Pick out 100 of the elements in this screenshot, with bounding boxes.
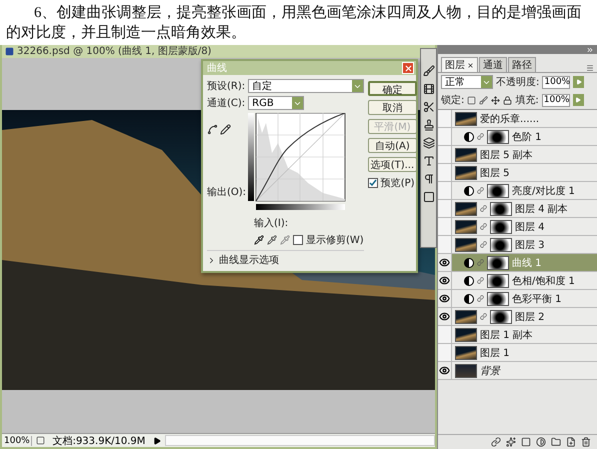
chain-icon <box>477 133 484 140</box>
eyedropper-icon[interactable] <box>254 235 264 245</box>
channel-select[interactable]: RGB <box>248 96 304 110</box>
collapse-icon[interactable] <box>586 46 594 54</box>
layer-thumbnail <box>455 328 477 342</box>
blend-mode-select[interactable]: 正常 <box>441 75 493 89</box>
panel-tab[interactable]: 通道 <box>479 57 507 72</box>
close-icon[interactable] <box>467 62 474 68</box>
layer-name: 图层 1 副本 <box>480 328 533 342</box>
visibility-toggle[interactable] <box>438 200 452 217</box>
trash-icon[interactable] <box>581 437 591 447</box>
layer-row[interactable]: 图层 2 <box>438 308 597 326</box>
curve-tool-icon[interactable] <box>207 124 218 135</box>
visibility-toggle[interactable] <box>438 128 452 145</box>
layer-row[interactable]: 图层 1 副本 <box>438 326 597 344</box>
layer-row[interactable]: 图层 4 <box>438 218 597 236</box>
panel-menu-icon[interactable] <box>586 64 594 72</box>
zoom-field[interactable]: 100% <box>2 436 32 446</box>
expand-icon[interactable] <box>207 256 216 264</box>
brush-icon[interactable] <box>422 65 434 77</box>
layer-row[interactable]: 背景 <box>438 362 597 380</box>
folder-icon[interactable] <box>551 437 561 447</box>
panel-tab[interactable]: 路径 <box>508 57 536 72</box>
dialog-button[interactable]: 选项(T)... <box>368 157 418 172</box>
dialog-button[interactable]: 自动(A) <box>368 138 418 153</box>
fill-field[interactable]: 100% <box>542 94 570 106</box>
visibility-toggle[interactable] <box>438 146 452 163</box>
adjustment-icon <box>464 186 474 196</box>
close-icon <box>404 64 412 72</box>
layer-row[interactable]: 色彩平衡 1 <box>438 290 597 308</box>
fill-arrow-icon[interactable] <box>575 97 582 103</box>
layer-name: 图层 5 副本 <box>480 148 533 162</box>
eyedropper-icon[interactable] <box>267 235 277 245</box>
visibility-toggle[interactable] <box>438 326 452 343</box>
dialog-button[interactable]: 取消 <box>368 100 418 115</box>
layer-row[interactable]: 图层 4 副本 <box>438 200 597 218</box>
layer-row[interactable]: 色阶 1 <box>438 128 597 146</box>
new-layer-icon[interactable] <box>566 437 576 447</box>
visibility-toggle[interactable] <box>438 272 452 289</box>
visibility-toggle[interactable] <box>438 182 452 199</box>
output-label: 输出(O): <box>207 186 246 199</box>
dialog-button[interactable]: 确定 <box>368 81 418 96</box>
visibility-toggle[interactable] <box>438 218 452 235</box>
layer-name: 图层 2 <box>515 310 545 324</box>
close-button[interactable] <box>402 62 414 74</box>
adjustment-layer-icon[interactable] <box>536 437 546 447</box>
layer-thumbnail <box>455 148 477 162</box>
opacity-field[interactable]: 100% <box>542 76 570 88</box>
lock-icon[interactable] <box>503 96 512 104</box>
lock-transparency-icon[interactable] <box>467 96 476 104</box>
layer-row[interactable]: 图层 5 <box>438 164 597 182</box>
visibility-toggle[interactable] <box>438 110 452 127</box>
layers-icon[interactable] <box>422 137 434 149</box>
mask-icon[interactable] <box>521 437 531 447</box>
layer-name: 曲线 1 <box>512 256 542 270</box>
layer-row[interactable]: 图层 5 副本 <box>438 146 597 164</box>
panel-tab[interactable]: 图层 <box>441 57 478 72</box>
layer-row[interactable]: 爱的乐章...... <box>438 110 597 128</box>
status-menu-icon[interactable] <box>153 436 161 444</box>
visibility-toggle[interactable] <box>438 362 452 379</box>
lock-position-icon[interactable] <box>491 96 500 104</box>
chain-icon <box>477 277 484 284</box>
layer-row[interactable]: 图层 3 <box>438 236 597 254</box>
preview-checkbox[interactable] <box>368 178 378 188</box>
adjustment-icon <box>464 258 474 268</box>
effects-icon[interactable] <box>506 437 516 447</box>
curve-graph[interactable] <box>248 113 346 213</box>
visibility-toggle[interactable] <box>438 236 452 253</box>
layer-name: 亮度/对比度 1 <box>512 184 575 198</box>
visibility-toggle[interactable] <box>438 308 452 325</box>
layer-name: 图层 3 <box>515 238 545 252</box>
fill-label: 填充: <box>515 94 539 107</box>
preset-select[interactable]: 自定 <box>248 79 364 93</box>
visibility-toggle[interactable] <box>438 290 452 307</box>
chain-icon <box>480 313 487 320</box>
paragraph-icon[interactable] <box>422 173 434 185</box>
stamp-icon[interactable] <box>422 119 434 131</box>
show-clipping-checkbox[interactable] <box>293 235 303 245</box>
document-title: 32266.psd @ 100% (曲线 1, 图层蒙版/8) <box>17 46 212 58</box>
square-icon[interactable] <box>422 191 434 203</box>
layer-row[interactable]: 亮度/对比度 1 <box>438 182 597 200</box>
layer-row[interactable]: 色相/饱和度 1 <box>438 272 597 290</box>
opacity-arrow-icon[interactable] <box>576 79 582 85</box>
layer-name: 色相/饱和度 1 <box>512 274 575 288</box>
visibility-toggle[interactable] <box>438 344 452 361</box>
layer-thumbnail <box>455 346 477 360</box>
lock-pixels-icon[interactable] <box>479 96 488 104</box>
pencil-icon[interactable] <box>220 124 231 135</box>
link-icon[interactable] <box>491 437 501 447</box>
preset-label: 预设(R): <box>207 80 246 93</box>
layer-name: 图层 4 <box>515 220 545 234</box>
layer-row[interactable]: 图层 1 <box>438 344 597 362</box>
film-icon[interactable] <box>422 83 434 95</box>
scissors-icon[interactable] <box>422 101 434 113</box>
document-icon <box>5 47 14 56</box>
type-icon[interactable] <box>422 155 434 167</box>
layer-name: 色彩平衡 1 <box>512 292 562 306</box>
visibility-toggle[interactable] <box>438 164 452 181</box>
horizontal-scrollbar[interactable] <box>165 435 435 446</box>
visibility-toggle[interactable] <box>438 254 452 271</box>
